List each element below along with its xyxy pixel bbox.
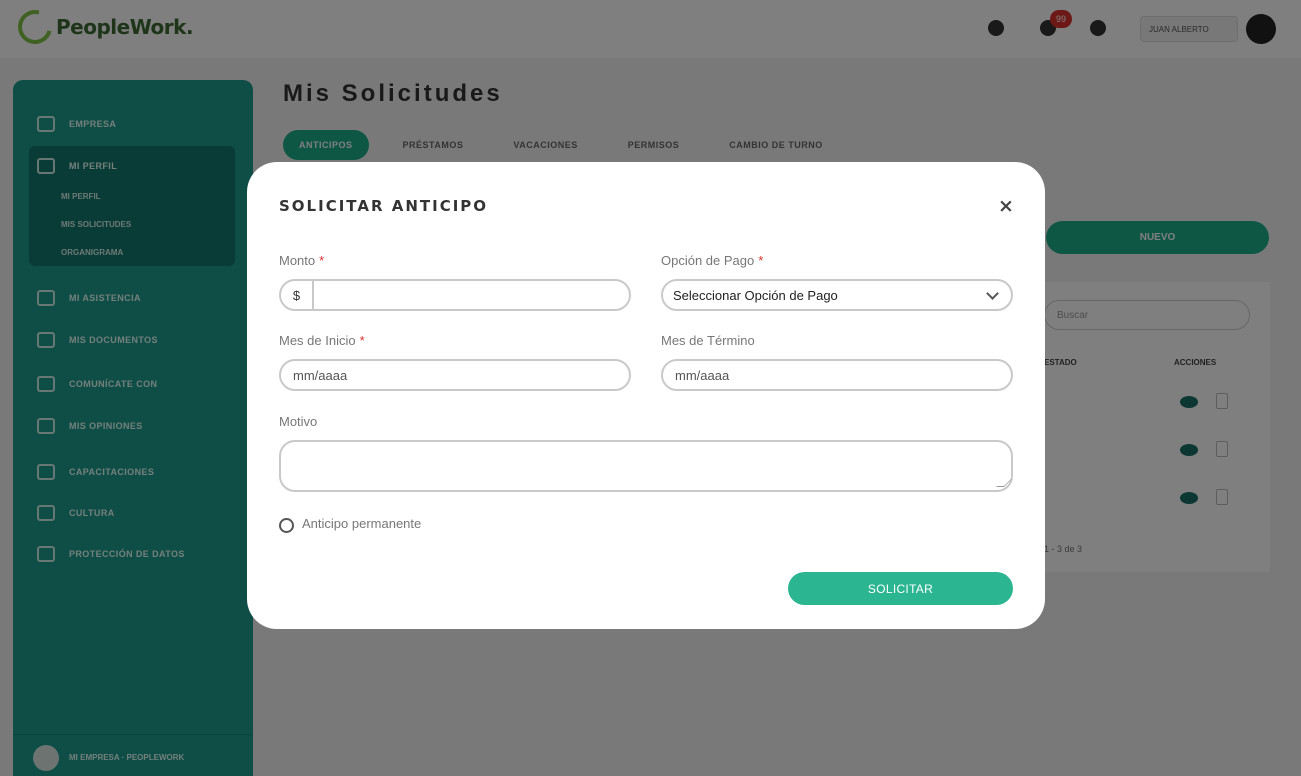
mes-termino-field [661,359,1013,391]
monto-input[interactable] [314,281,629,309]
modal-title: SOLICITAR ANTICIPO [279,197,489,215]
chevron-down-icon [986,287,999,300]
anticipo-permanente-option[interactable]: Anticipo permanente [279,514,421,533]
motivo-field [279,440,1013,492]
required-mark: * [758,253,764,268]
mes-inicio-input[interactable] [281,361,629,389]
monto-label-text: Monto [279,253,316,268]
solicitar-button[interactable]: SOLICITAR [788,572,1013,605]
monto-field: $ [279,279,631,311]
required-mark: * [359,333,365,348]
currency-prefix: $ [281,281,314,309]
monto-label: Monto * [279,253,324,268]
motivo-label: Motivo [279,414,318,429]
required-mark: * [319,253,325,268]
advance-request-modal: SOLICITAR ANTICIPO × Monto * $ Opción de … [247,162,1045,629]
mes-termino-label: Mes de Término [661,333,755,348]
opcion-pago-selected: Seleccionar Opción de Pago [673,287,838,303]
opcion-pago-label: Opción de Pago * [661,253,763,268]
motivo-textarea[interactable] [281,442,1011,490]
opcion-pago-select[interactable]: Seleccionar Opción de Pago [661,279,1013,311]
opcion-pago-label-text: Opción de Pago [661,253,755,268]
mes-inicio-label: Mes de Inicio * [279,333,365,348]
mes-inicio-field [279,359,631,391]
mes-inicio-label-text: Mes de Inicio [279,333,356,348]
mes-termino-input[interactable] [663,361,1011,389]
anticipo-permanente-radio[interactable] [279,518,294,533]
anticipo-permanente-label: Anticipo permanente [302,516,422,531]
close-icon[interactable]: × [995,196,1017,218]
